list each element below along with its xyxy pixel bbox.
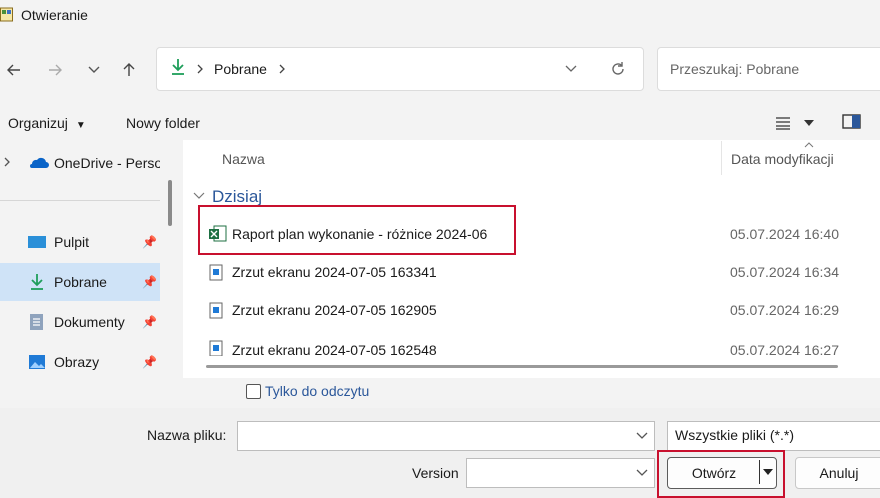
sidebar-item-pobrane[interactable]: Pobrane bbox=[0, 263, 160, 301]
download-icon bbox=[172, 59, 184, 75]
expand-chevron-icon[interactable] bbox=[3, 157, 11, 167]
breadcrumb-pobrane[interactable]: Pobrane bbox=[214, 61, 267, 77]
sidebar-label: Obrazy bbox=[54, 354, 100, 370]
download-icon bbox=[31, 274, 43, 290]
arrow-right-icon bbox=[49, 64, 62, 76]
pin-icon[interactable]: 📌 bbox=[142, 315, 157, 329]
back-button[interactable] bbox=[0, 56, 28, 84]
pictures-icon bbox=[29, 355, 45, 369]
highlight-box-open bbox=[657, 450, 785, 498]
address-history-icon[interactable] bbox=[565, 64, 577, 74]
recent-locations-button[interactable] bbox=[80, 56, 108, 84]
sort-chevron-icon bbox=[804, 142, 814, 148]
organize-button[interactable]: Organizuj ▼ bbox=[8, 115, 86, 131]
column-header-date[interactable]: Data modyfikacji bbox=[731, 151, 834, 167]
onedrive-icon bbox=[30, 157, 49, 168]
file-type-value: Wszystkie pliki (*.*) bbox=[675, 427, 795, 443]
sidebar-item-dokumenty[interactable]: Dokumenty bbox=[0, 303, 160, 341]
app-icon bbox=[0, 7, 13, 22]
cancel-button[interactable]: Anuluj bbox=[795, 457, 880, 489]
filename-input[interactable] bbox=[237, 421, 655, 451]
view-list-icon[interactable] bbox=[775, 116, 791, 130]
version-label: Version bbox=[412, 465, 459, 481]
image-file-icon bbox=[209, 302, 223, 319]
image-file-icon bbox=[209, 340, 223, 357]
arrow-up-icon bbox=[123, 63, 135, 76]
up-button[interactable] bbox=[115, 56, 143, 84]
view-options-caret-icon[interactable] bbox=[803, 119, 815, 127]
sidebar-label: Dokumenty bbox=[54, 314, 125, 330]
arrow-left-icon bbox=[7, 64, 20, 76]
pin-icon[interactable]: 📌 bbox=[142, 355, 157, 369]
preview-pane-icon[interactable] bbox=[842, 114, 862, 130]
file-date: 05.07.2024 16:34 bbox=[730, 264, 839, 280]
group-header[interactable]: Dzisiaj bbox=[212, 187, 262, 207]
sidebar-scrollbar[interactable] bbox=[168, 180, 172, 226]
sidebar-label: Pulpit bbox=[54, 234, 90, 250]
filename-dropdown-icon[interactable] bbox=[636, 432, 648, 440]
desktop-icon bbox=[28, 236, 46, 248]
highlight-box-file bbox=[198, 205, 516, 255]
readonly-checkbox[interactable] bbox=[246, 384, 261, 399]
sidebar-item-obrazy[interactable]: Obrazy bbox=[0, 343, 160, 381]
cancel-button-label: Anuluj bbox=[819, 465, 859, 481]
breadcrumb-separator-icon bbox=[197, 64, 203, 74]
column-divider[interactable] bbox=[721, 141, 722, 175]
group-collapse-chevron-icon[interactable] bbox=[193, 192, 205, 200]
sidebar-divider bbox=[0, 200, 160, 201]
refresh-icon[interactable] bbox=[609, 60, 627, 78]
new-folder-button[interactable]: Nowy folder bbox=[126, 115, 200, 131]
sidebar-item-pulpit[interactable]: Pulpit bbox=[0, 223, 160, 261]
breadcrumb-chevron-icon[interactable] bbox=[278, 64, 286, 74]
horizontal-scrollbar[interactable] bbox=[206, 365, 838, 368]
column-header-name[interactable]: Nazwa bbox=[222, 151, 265, 167]
title-bar bbox=[0, 0, 880, 32]
sidebar-item-onedrive[interactable]: OneDrive - Perso bbox=[54, 155, 160, 171]
readonly-label[interactable]: Tylko do odczytu bbox=[265, 383, 369, 399]
version-dropdown-icon[interactable] bbox=[636, 469, 648, 477]
file-date: 05.07.2024 16:40 bbox=[730, 226, 839, 242]
window-title: Otwieranie bbox=[21, 7, 88, 23]
organize-label: Organizuj bbox=[8, 115, 68, 131]
options-strip bbox=[0, 378, 880, 408]
documents-icon bbox=[30, 314, 43, 330]
file-name[interactable]: Zrzut ekranu 2024-07-05 162905 bbox=[232, 302, 437, 318]
filename-label: Nazwa pliku: bbox=[147, 427, 227, 443]
file-date: 05.07.2024 16:29 bbox=[730, 302, 839, 318]
pin-icon[interactable]: 📌 bbox=[142, 235, 157, 249]
sidebar-label: Pobrane bbox=[54, 274, 107, 290]
search-input[interactable]: Przeszukaj: Pobrane bbox=[670, 61, 799, 77]
file-name[interactable]: Zrzut ekranu 2024-07-05 163341 bbox=[232, 264, 437, 280]
forward-button[interactable] bbox=[41, 56, 69, 84]
caret-down-icon: ▼ bbox=[75, 120, 86, 131]
version-select[interactable] bbox=[466, 458, 655, 488]
chevron-down-icon bbox=[88, 66, 100, 73]
pin-icon[interactable]: 📌 bbox=[142, 275, 157, 289]
image-file-icon bbox=[209, 264, 223, 281]
